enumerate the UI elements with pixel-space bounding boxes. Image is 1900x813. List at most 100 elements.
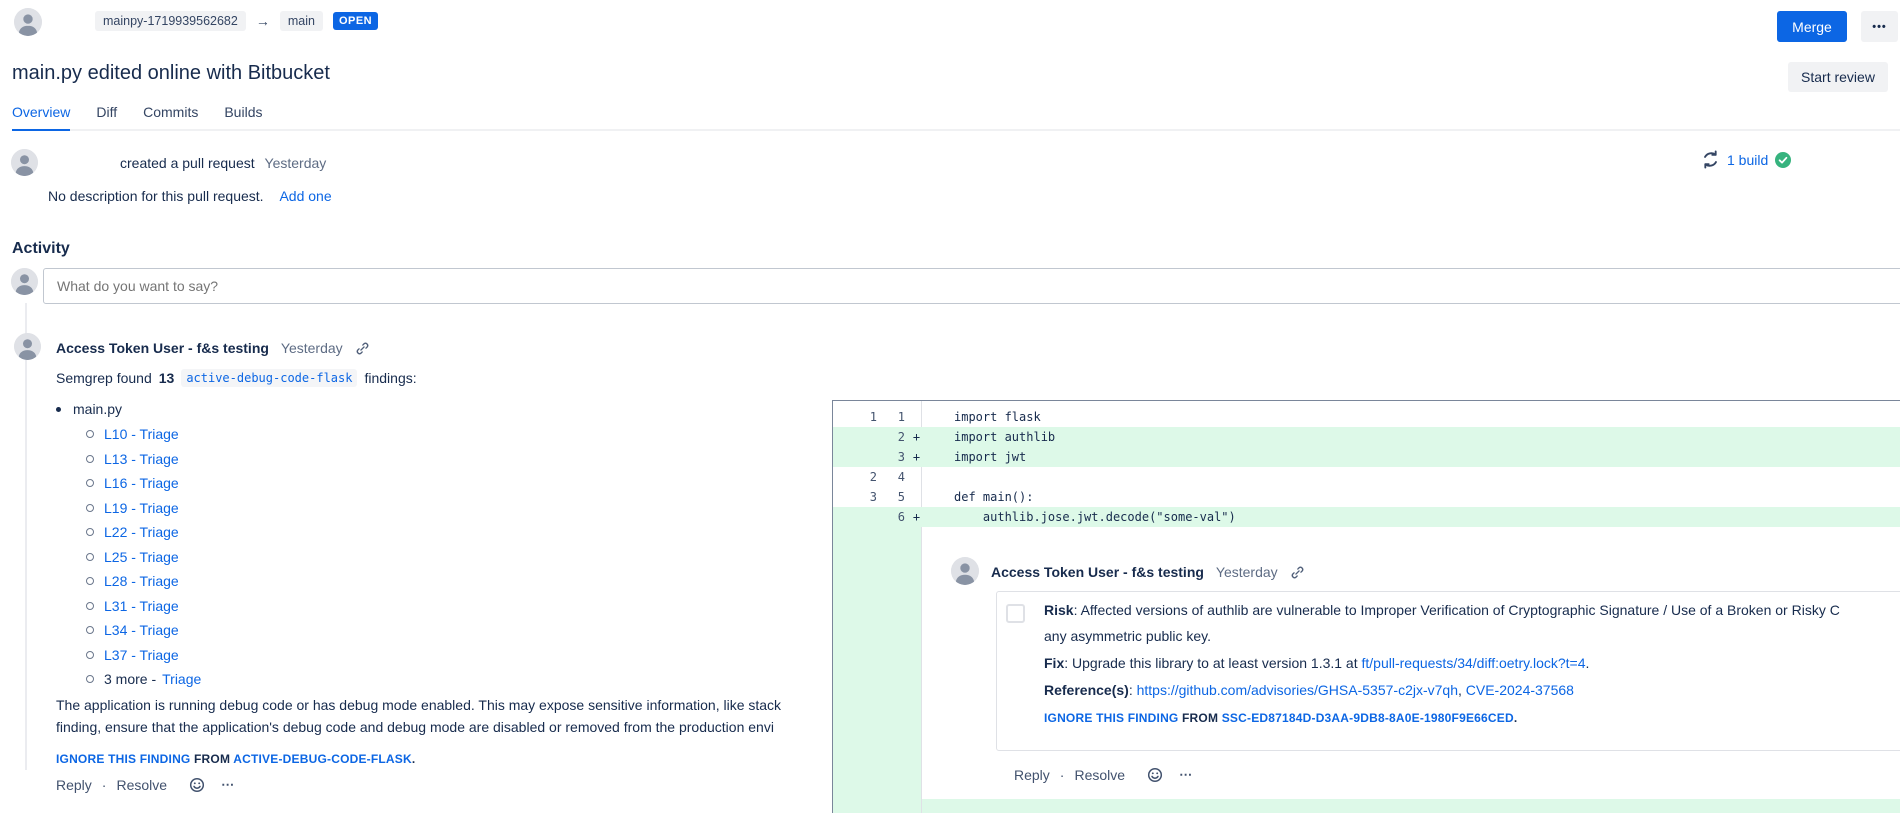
builds-icon <box>1701 150 1720 169</box>
start-review-button[interactable]: Start review <box>1788 62 1888 92</box>
references-label: Reference(s) <box>1044 682 1129 698</box>
file-list-item: main.py <box>56 396 201 422</box>
bullet-icon <box>86 626 94 634</box>
finding-link[interactable]: L37 - Triage <box>104 647 179 663</box>
ignore-id-link[interactable]: SSC-ED87184D-D3AA-9DB8-8A0E-1980F9E66CED <box>1222 711 1514 725</box>
created-time: Yesterday <box>265 155 327 171</box>
bullet-icon <box>86 577 94 585</box>
add-reaction-icon[interactable] <box>189 777 205 793</box>
source-branch-chip[interactable]: mainpy-1719939562682 <box>95 11 246 31</box>
reference-link-1[interactable]: https://github.com/advisories/GHSA-5357-… <box>1137 682 1458 698</box>
finding-link-row[interactable]: L31 - Triage <box>56 594 201 619</box>
bullet-icon <box>86 430 94 438</box>
permalink-icon[interactable] <box>355 341 370 356</box>
line-number-new[interactable]: 4 <box>881 470 907 484</box>
branch-arrow-icon: → <box>256 13 270 29</box>
rule-link[interactable]: active-debug-code-flask <box>181 369 357 387</box>
finding-link[interactable]: L19 - Triage <box>104 500 179 516</box>
tab-overview[interactable]: Overview <box>12 104 70 131</box>
finding-link[interactable]: L22 - Triage <box>104 524 179 540</box>
diff-sign: + <box>907 430 926 444</box>
code-text: def main(): <box>926 490 1033 504</box>
diff-sign: + <box>907 510 926 524</box>
finding-link[interactable]: L10 - Triage <box>104 426 179 442</box>
finding-link-row[interactable]: L34 - Triage <box>56 618 201 643</box>
bullet-icon <box>86 553 94 561</box>
line-number-old[interactable]: 2 <box>833 470 881 484</box>
finding-link[interactable]: L16 - Triage <box>104 475 179 491</box>
avatar <box>11 268 38 295</box>
finding-link-row[interactable]: L37 - Triage <box>56 643 201 668</box>
fix-link[interactable]: ft/pull-requests/34/diff:oetry.lock?t=4 <box>1362 655 1586 671</box>
diff-line[interactable]: 11 import flask <box>833 407 1900 427</box>
finding-link[interactable]: L31 - Triage <box>104 598 179 614</box>
finding-link-row[interactable]: L25 - Triage <box>56 545 201 570</box>
ignore-finding-link[interactable]: IGNORE THIS FINDING <box>56 752 190 766</box>
reply-button[interactable]: Reply <box>56 777 92 793</box>
builds-link[interactable]: 1 build <box>1727 152 1768 168</box>
tab-builds[interactable]: Builds <box>224 104 262 131</box>
inline-comment-author[interactable]: Access Token User - f&s testing <box>991 564 1204 580</box>
tab-diff[interactable]: Diff <box>96 104 117 131</box>
comment-time[interactable]: Yesterday <box>281 340 343 356</box>
merge-button[interactable]: Merge <box>1777 11 1847 42</box>
avatar <box>14 333 41 360</box>
line-number-old[interactable]: 1 <box>833 410 881 424</box>
reference-link-2[interactable]: CVE-2024-37568 <box>1466 682 1574 698</box>
line-number-old[interactable]: 3 <box>833 490 881 504</box>
comment-author[interactable]: Access Token User - f&s testing <box>56 340 269 356</box>
comment-more-icon[interactable]: ⋯ <box>221 777 236 793</box>
line-number-new[interactable]: 5 <box>881 490 907 504</box>
comment-input[interactable] <box>43 268 1900 304</box>
ignore-from-text: FROM <box>194 752 230 766</box>
finding-link-row[interactable]: L28 - Triage <box>56 569 201 594</box>
finding-link-row[interactable]: L13 - Triage <box>56 447 201 472</box>
code-text: import flask <box>926 410 1041 424</box>
diff-gutter-strip <box>833 527 921 799</box>
period: . <box>1514 711 1518 725</box>
tab-commits[interactable]: Commits <box>143 104 198 131</box>
diff-line[interactable]: 2+import authlib <box>833 427 1900 447</box>
add-description-link[interactable]: Add one <box>279 188 331 204</box>
comment-more-icon[interactable]: ⋯ <box>1179 767 1194 783</box>
finding-link[interactable]: L25 - Triage <box>104 549 179 565</box>
line-number-new[interactable]: 6 <box>881 510 907 524</box>
resolve-button[interactable]: Resolve <box>116 777 167 793</box>
line-number-new[interactable]: 3 <box>881 450 907 464</box>
more-findings-link[interactable]: Triage <box>162 671 201 687</box>
avatar <box>14 8 42 36</box>
inline-comment-time[interactable]: Yesterday <box>1216 564 1278 580</box>
permalink-icon[interactable] <box>1290 565 1305 580</box>
add-reaction-icon[interactable] <box>1147 767 1163 783</box>
bullet-icon <box>86 479 94 487</box>
avatar <box>11 149 38 176</box>
finding-link[interactable]: L13 - Triage <box>104 451 179 467</box>
finding-checkbox[interactable] <box>1006 604 1025 623</box>
diff-line[interactable]: 6+ authlib.jose.jwt.decode("some-val") <box>833 507 1900 527</box>
diff-line[interactable]: 3+import jwt <box>833 447 1900 467</box>
finding-link[interactable]: L28 - Triage <box>104 573 179 589</box>
finding-link-row[interactable]: L19 - Triage <box>56 496 201 521</box>
line-number-new[interactable]: 1 <box>881 410 907 424</box>
bullet-icon <box>86 455 94 463</box>
diff-line-partial <box>833 799 1900 813</box>
activity-heading: Activity <box>12 240 70 258</box>
thread-line <box>25 303 27 770</box>
resolve-button[interactable]: Resolve <box>1074 767 1125 783</box>
more-options-button[interactable]: ••• <box>1861 11 1898 42</box>
ignore-rule-link[interactable]: ACTIVE-DEBUG-CODE-FLASK <box>233 752 412 766</box>
reply-button[interactable]: Reply <box>1014 767 1050 783</box>
finding-link[interactable]: L34 - Triage <box>104 622 179 638</box>
line-number-new[interactable]: 2 <box>881 430 907 444</box>
created-text: created a pull request <box>120 155 255 171</box>
diff-line[interactable]: 35 def main(): <box>833 487 1900 507</box>
code-text: import authlib <box>926 430 1055 444</box>
fix-text: : Upgrade this library to at least versi… <box>1064 655 1361 671</box>
ignore-finding-link[interactable]: IGNORE THIS FINDING <box>1044 711 1178 725</box>
target-branch-chip[interactable]: main <box>280 11 323 31</box>
diff-line[interactable]: 24 <box>833 467 1900 487</box>
finding-link-row[interactable]: L22 - Triage <box>56 520 201 545</box>
code-text: import jwt <box>926 450 1026 464</box>
finding-link-row[interactable]: L10 - Triage <box>56 422 201 447</box>
finding-link-row[interactable]: L16 - Triage <box>56 471 201 496</box>
